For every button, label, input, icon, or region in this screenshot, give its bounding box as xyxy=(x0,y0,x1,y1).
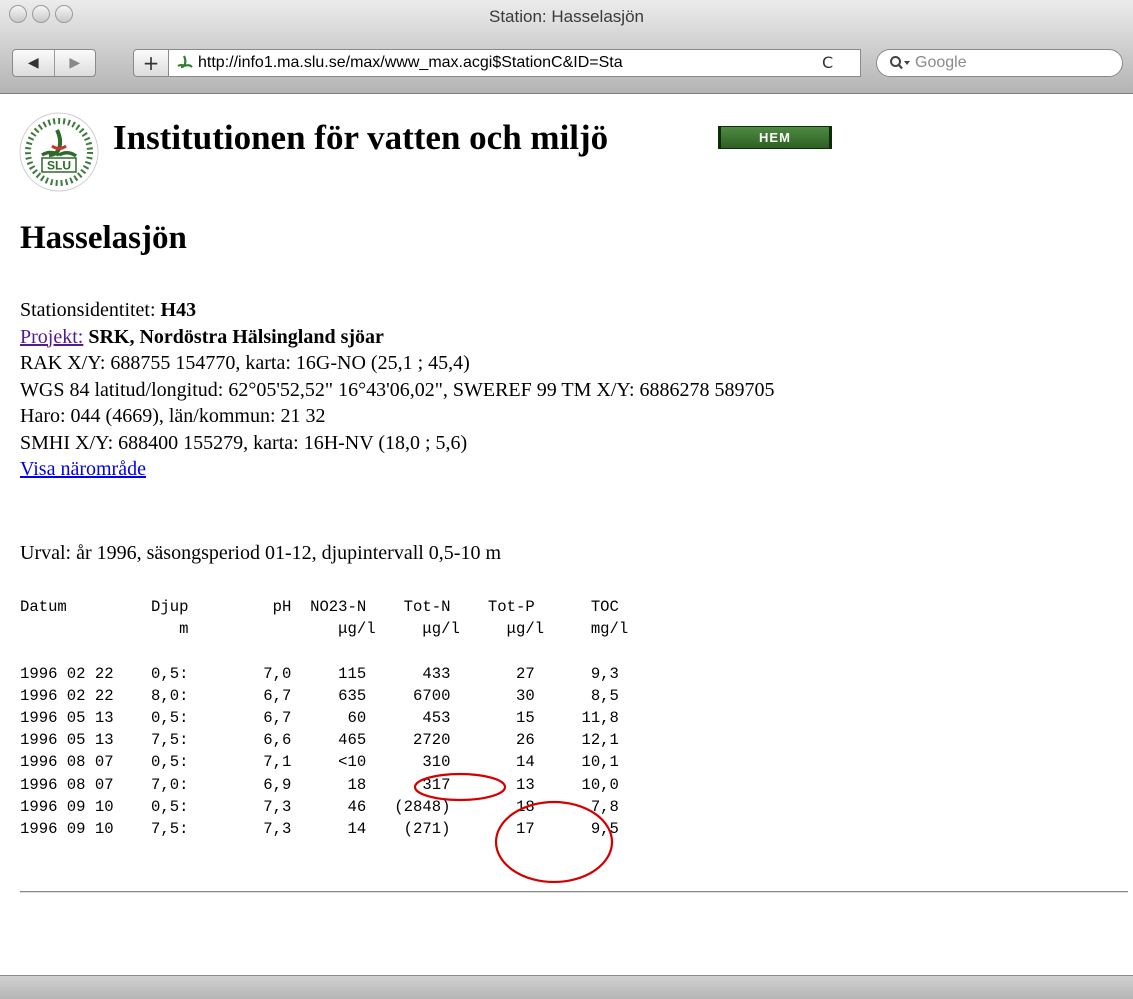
search-field[interactable]: Google xyxy=(876,49,1123,77)
table-units: m μg/l μg/l μg/l mg/l xyxy=(20,620,629,639)
add-bookmark-button[interactable]: + xyxy=(133,49,169,77)
site-title: Institutionen för vatten och miljö xyxy=(113,118,609,157)
site-favicon-icon xyxy=(177,55,193,69)
nearby-line: Visa närområde xyxy=(20,456,775,483)
url-text[interactable]: http://info1.ma.slu.se/max/www_max.acgi$… xyxy=(198,54,798,72)
selection-text: Urval: år 1996, säsongsperiod 01-12, dju… xyxy=(20,542,502,564)
search-icon[interactable] xyxy=(889,55,911,71)
table-row: 1996 02 22 8,0: 6,7 635 6700 30 8,5 xyxy=(20,686,619,705)
station-id-line: Stationsidentitet: H43 xyxy=(20,297,775,324)
table-row: 1996 05 13 0,5: 6,7 60 453 15 11,8 xyxy=(20,709,619,728)
page-title: Hasselasjön xyxy=(20,220,187,256)
haro-line: Haro: 044 (4669), län/kommun: 21 32 xyxy=(20,405,326,427)
station-info: Stationsidentitet: H43 Projekt: SRK, Nor… xyxy=(20,297,775,483)
page-content: SLU Institutionen för vatten och miljö H… xyxy=(0,95,1133,975)
forward-button[interactable]: ▶ xyxy=(53,50,96,76)
window-title: Station: Hasselasjön xyxy=(489,7,644,26)
home-button[interactable]: HEM xyxy=(718,126,832,149)
table-row: 1996 09 10 0,5: 7,3 46 (2848) 18 7,8 xyxy=(20,797,619,816)
address-bar[interactable]: http://info1.ma.slu.se/max/www_max.acgi$… xyxy=(169,49,861,77)
station-id-label: Stationsidentitet: xyxy=(20,299,156,321)
reload-button[interactable]: C xyxy=(822,53,833,72)
project-value: SRK, Nordöstra Hälsingland sjöar xyxy=(88,325,384,348)
rak-line: RAK X/Y: 688755 154770, karta: 16G-NO (2… xyxy=(20,352,470,374)
horizontal-rule xyxy=(20,891,1128,893)
table-header: Datum Djup pH NO23-N Tot-N Tot-P TOC xyxy=(20,598,619,616)
station-id-value: H43 xyxy=(160,299,197,321)
logo-text: SLU xyxy=(47,159,71,173)
url-fade xyxy=(729,51,809,75)
table-row: 1996 02 22 0,5: 7,0 115 433 27 9,3 xyxy=(20,664,619,683)
back-button[interactable]: ◀ xyxy=(13,50,54,76)
browser-toolbar: ◀ ▶ + http://info1.ma.slu.se/max/www_max… xyxy=(0,36,1133,94)
slu-logo-icon: SLU xyxy=(19,112,99,192)
table-row: 1996 05 13 7,5: 6,6 465 2720 26 12,1 xyxy=(20,731,619,750)
project-line: Projekt: SRK, Nordöstra Hälsingland sjöa… xyxy=(20,324,775,351)
project-link[interactable]: Projekt: xyxy=(20,326,83,348)
data-table: Datum Djup pH NO23-N Tot-N Tot-P TOC m μ… xyxy=(20,596,628,840)
window-titlebar: Station: Hasselasjön xyxy=(0,0,1133,36)
table-row: 1996 08 07 0,5: 7,1 <10 310 14 10,1 xyxy=(20,753,619,772)
table-row: 1996 09 10 7,5: 7,3 14 (271) 17 9,5 xyxy=(20,820,619,839)
nearby-link[interactable]: Visa närområde xyxy=(20,458,146,480)
nav-button-group: ◀ ▶ xyxy=(12,49,96,77)
search-placeholder: Google xyxy=(915,54,967,71)
wgs-line: WGS 84 latitud/longitud: 62°05'52,52" 16… xyxy=(20,378,775,401)
table-row: 1996 08 07 7,0: 6,9 18 317 13 10,0 xyxy=(20,775,619,794)
smhi-line: SMHI X/Y: 688400 155279, karta: 16H-NV (… xyxy=(20,431,468,454)
status-bar xyxy=(0,975,1133,999)
